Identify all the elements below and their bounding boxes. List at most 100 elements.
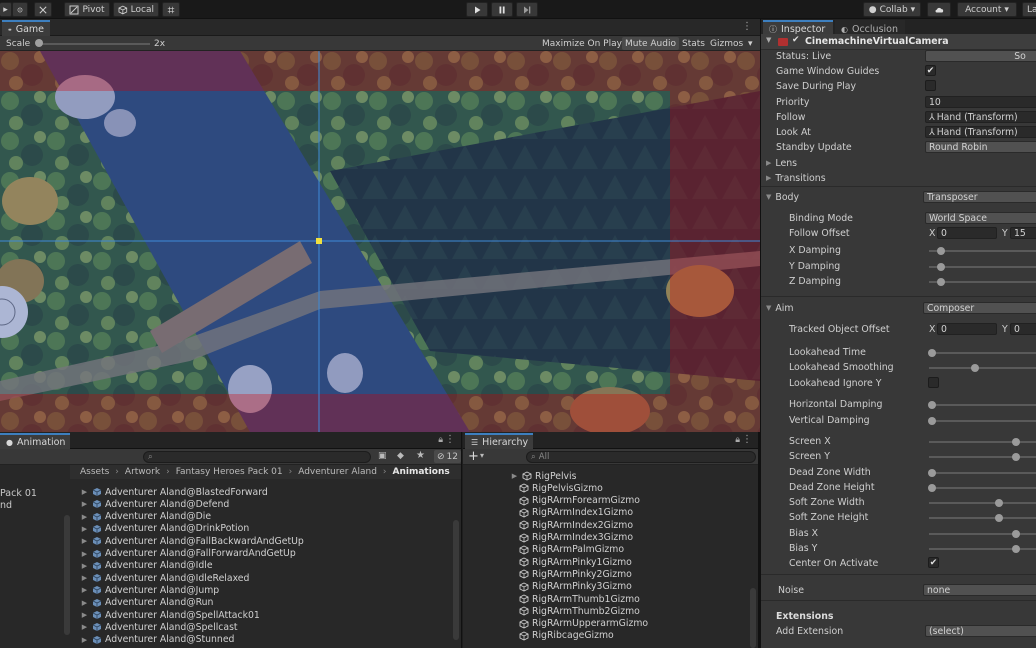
kebab-menu-icon[interactable]: ⋮: [742, 21, 752, 32]
hierarchy-item[interactable]: RigRArmThumb1Gizmo: [519, 593, 640, 605]
maximize-on-play-toggle[interactable]: Maximize On Play: [539, 37, 625, 50]
pivot-toggle[interactable]: Pivot: [64, 2, 110, 17]
list-item[interactable]: ▶ Adventurer Aland@FallForwardAndGetUp: [80, 548, 296, 560]
fold-arrow-icon[interactable]: ▶: [80, 636, 89, 644]
body-foldout[interactable]: ▼ Body: [766, 190, 799, 204]
label-tag-icon[interactable]: ◆: [397, 451, 404, 461]
bias-x-slider-knob[interactable]: [1012, 530, 1020, 538]
noise-dropdown[interactable]: none: [923, 584, 1036, 596]
fold-arrow-icon[interactable]: ▶: [80, 488, 89, 496]
hierarchy-item[interactable]: RigRArmPinky2Gizmo: [519, 568, 632, 580]
list-item[interactable]: ▶ Adventurer Aland@FallBackwardAndGetUp: [80, 535, 304, 547]
y-damping-slider-knob[interactable]: [937, 263, 945, 271]
folder-scrollbar[interactable]: [64, 515, 70, 635]
x-damping-slider-knob[interactable]: [937, 247, 945, 255]
fold-arrow-icon[interactable]: ▶: [80, 599, 89, 607]
solo-button[interactable]: So: [925, 50, 1036, 62]
hierarchy-item[interactable]: RigRArmPinky3Gizmo: [519, 581, 632, 593]
center-on-activate-checkbox[interactable]: ✔: [928, 557, 939, 568]
hierarchy-item[interactable]: RigRArmThumb2Gizmo: [519, 605, 640, 617]
list-item[interactable]: ▶ Adventurer Aland@BlastedForward: [80, 486, 268, 498]
game-window-guides-checkbox[interactable]: ✔: [925, 65, 936, 76]
aim-foldout[interactable]: ▼ Aim: [766, 301, 794, 315]
lock-icon[interactable]: 🔒︎: [735, 435, 740, 445]
hand-tool-button[interactable]: ▸: [0, 2, 12, 17]
hierarchy-item[interactable]: ▶ RigPelvis: [510, 470, 577, 482]
soft-zone-width-slider-knob[interactable]: [995, 499, 1003, 507]
soft-zone-height-slider-track[interactable]: [929, 517, 1036, 519]
gizmos-chevron-icon[interactable]: ▾: [745, 37, 756, 50]
list-item[interactable]: ▶ Adventurer Aland@Idle: [80, 560, 213, 572]
list-item[interactable]: ▶ Adventurer Aland@DrinkPotion: [80, 523, 249, 535]
breadcrumb-current[interactable]: Animations: [393, 467, 450, 477]
fold-arrow-icon[interactable]: ▶: [80, 513, 89, 521]
tracked-offset-y-field[interactable]: 0: [1010, 323, 1036, 335]
transitions-foldout[interactable]: ▶ Transitions: [766, 171, 826, 185]
cloud-button[interactable]: [927, 2, 951, 17]
fold-arrow-icon[interactable]: ▶: [510, 472, 519, 480]
horizontal-damping-slider-knob[interactable]: [928, 401, 936, 409]
list-item[interactable]: ▶ Adventurer Aland@Stunned: [80, 634, 235, 646]
favorite-star-icon[interactable]: ★: [416, 450, 425, 461]
account-dropdown[interactable]: Account ▾: [957, 2, 1017, 17]
enabled-checkbox[interactable]: ✔: [792, 35, 800, 45]
lock-icon[interactable]: 🔒︎: [438, 435, 443, 445]
gizmos-toggle[interactable]: Gizmos: [707, 37, 746, 50]
tab-hierarchy[interactable]: ☰ Hierarchy: [465, 433, 533, 449]
priority-field[interactable]: 10: [925, 96, 1036, 108]
hierarchy-item[interactable]: RigRArmPinky1Gizmo: [519, 556, 632, 568]
tab-animation[interactable]: ● Animation: [0, 433, 70, 449]
look-at-field[interactable]: ⅄ Hand (Transform): [925, 126, 1036, 138]
hierarchy-item[interactable]: RigRArmPalmGizmo: [519, 544, 624, 556]
save-during-play-checkbox[interactable]: [925, 80, 936, 91]
hierarchy-scrollbar[interactable]: [750, 588, 756, 648]
game-viewport[interactable]: [0, 51, 760, 432]
binding-mode-dropdown[interactable]: World Space: [925, 212, 1036, 224]
rect-tool-button[interactable]: [12, 2, 28, 17]
dead-zone-width-slider-track[interactable]: [929, 472, 1036, 474]
add-extension-dropdown[interactable]: (select): [925, 625, 1036, 637]
tab-game[interactable]: Game: [2, 20, 50, 36]
dead-zone-height-slider-track[interactable]: [929, 487, 1036, 489]
lookahead-time-slider-track[interactable]: [929, 352, 1036, 354]
lookahead-time-slider-knob[interactable]: [928, 349, 936, 357]
hierarchy-item[interactable]: RigRArmUpperarmGizmo: [519, 618, 648, 630]
play-button[interactable]: [466, 2, 488, 17]
lookahead-ignore-y-checkbox[interactable]: [928, 377, 939, 388]
lens-foldout[interactable]: ▶ Lens: [766, 156, 797, 170]
fold-arrow-icon[interactable]: ▶: [80, 611, 89, 619]
fold-arrow-icon[interactable]: ▶: [80, 537, 89, 545]
lookahead-smoothing-slider-track[interactable]: [929, 367, 1036, 369]
y-damping-slider-track[interactable]: [929, 266, 1036, 268]
body-dropdown[interactable]: Transposer: [923, 191, 1036, 203]
folder-tree-item[interactable]: nd: [0, 500, 12, 511]
dead-zone-height-slider-knob[interactable]: [928, 484, 936, 492]
asset-list-scrollbar[interactable]: [453, 520, 459, 640]
soft-zone-width-slider-track[interactable]: [929, 502, 1036, 504]
list-item[interactable]: ▶ Adventurer Aland@SpellAttack01: [80, 609, 260, 621]
screen-x-slider-knob[interactable]: [1012, 438, 1020, 446]
follow-offset-y-field[interactable]: 15: [1010, 227, 1036, 239]
list-item[interactable]: ▶ Adventurer Aland@Die: [80, 511, 211, 523]
tracked-offset-x-field[interactable]: 0: [937, 323, 997, 335]
hierarchy-item[interactable]: RigPelvisGizmo: [519, 482, 603, 494]
step-button[interactable]: [516, 2, 538, 17]
fold-arrow-icon[interactable]: ▶: [80, 562, 89, 570]
pause-button[interactable]: [491, 2, 513, 17]
snap-settings-button[interactable]: [162, 2, 180, 17]
filter-type-icon[interactable]: ▣: [378, 451, 387, 461]
mute-audio-toggle[interactable]: Mute Audio: [622, 37, 679, 50]
follow-field[interactable]: ⅄ Hand (Transform): [925, 111, 1036, 123]
hierarchy-search-input[interactable]: ⌕ All: [526, 451, 756, 463]
scale-slider-knob[interactable]: [35, 39, 43, 47]
folder-tree-item[interactable]: Pack 01: [0, 488, 37, 499]
fold-arrow-icon[interactable]: ▶: [80, 586, 89, 594]
hierarchy-item[interactable]: RigRibcageGizmo: [519, 630, 614, 642]
lookahead-smoothing-slider-knob[interactable]: [971, 364, 979, 372]
layers-dropdown[interactable]: La: [1022, 2, 1036, 17]
list-item[interactable]: ▶ Adventurer Aland@Defend: [80, 498, 229, 510]
soft-zone-height-slider-knob[interactable]: [995, 514, 1003, 522]
kebab-menu-icon[interactable]: ⋮: [742, 434, 752, 445]
z-damping-slider-track[interactable]: [929, 281, 1036, 283]
fold-arrow-icon[interactable]: ▶: [80, 525, 89, 533]
